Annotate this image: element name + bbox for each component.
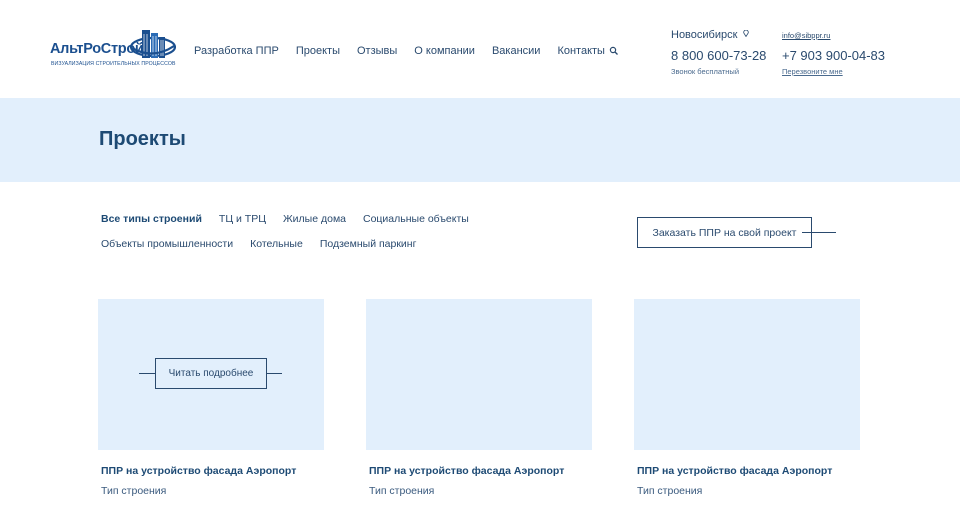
phone-second[interactable]: +7 903 900-04-83 xyxy=(782,48,885,63)
read-more-button[interactable]: Читать подробнее xyxy=(155,358,267,389)
project-card[interactable]: Читать подробнее ППР на устройство фасад… xyxy=(98,299,324,497)
phone-main-note: Звонок бесплатный xyxy=(671,67,740,76)
card-image[interactable]: Читать подробнее xyxy=(98,299,324,450)
nav-item-contacts[interactable]: Контакты xyxy=(557,45,605,57)
card-type: Тип строения xyxy=(101,485,167,497)
project-filters: Все типы строений ТЦ и ТРЦ Жилые дома Со… xyxy=(101,213,621,263)
filter-all[interactable]: Все типы строений xyxy=(101,213,202,227)
card-image[interactable] xyxy=(366,299,592,450)
card-title[interactable]: ППР на устройство фасада Аэропорт xyxy=(101,465,296,477)
main-nav: Разработка ППР Проекты Отзывы О компании… xyxy=(194,45,622,57)
search-icon[interactable] xyxy=(609,46,619,56)
filter-malls[interactable]: ТЦ и ТРЦ xyxy=(219,213,266,227)
nav-item-ppr[interactable]: Разработка ППР xyxy=(194,45,279,57)
filter-industrial[interactable]: Объекты промышленности xyxy=(101,238,233,252)
button-decor-line xyxy=(266,373,282,374)
logo-building-icon xyxy=(130,30,176,58)
nav-item-about[interactable]: О компании xyxy=(414,45,475,57)
nav-item-projects[interactable]: Проекты xyxy=(296,45,340,57)
city-name: Новосибирск xyxy=(671,29,738,41)
button-decor-line xyxy=(802,232,836,233)
email-link[interactable]: info@sibppr.ru xyxy=(782,31,830,40)
project-card[interactable]: ППР на устройство фасада Аэропорт Тип ст… xyxy=(366,299,592,497)
filter-parking[interactable]: Подземный паркинг xyxy=(320,238,417,252)
card-type: Тип строения xyxy=(369,485,435,497)
filter-row: Объекты промышленности Котельные Подземн… xyxy=(101,238,621,252)
filter-residential[interactable]: Жилые дома xyxy=(283,213,346,227)
site-header: АльтРоСтрой ВИЗУАЛИЗАЦИЯ СТРОИТЕЛЬНЫХ ПР… xyxy=(0,0,960,98)
filter-social[interactable]: Социальные объекты xyxy=(363,213,469,227)
button-decor-line xyxy=(139,373,156,374)
logo[interactable]: АльтРоСтрой ВИЗУАЛИЗАЦИЯ СТРОИТЕЛЬНЫХ ПР… xyxy=(50,28,176,72)
order-ppr-button[interactable]: Заказать ППР на свой проект xyxy=(637,217,812,248)
card-type: Тип строения xyxy=(637,485,703,497)
card-title[interactable]: ППР на устройство фасада Аэропорт xyxy=(369,465,564,477)
phone-main[interactable]: 8 800 600-73-28 xyxy=(671,48,766,63)
card-image[interactable] xyxy=(634,299,860,450)
page-title: Проекты xyxy=(99,128,186,150)
filter-boiler[interactable]: Котельные xyxy=(250,238,303,252)
city-selector[interactable]: Новосибирск xyxy=(671,29,750,41)
filter-row: Все типы строений ТЦ и ТРЦ Жилые дома Со… xyxy=(101,213,621,227)
card-title[interactable]: ППР на устройство фасада Аэропорт xyxy=(637,465,832,477)
location-pin-icon xyxy=(743,30,750,37)
nav-item-reviews[interactable]: Отзывы xyxy=(357,45,397,57)
project-card[interactable]: ППР на устройство фасада Аэропорт Тип ст… xyxy=(634,299,860,497)
callback-link[interactable]: Перезвоните мне xyxy=(782,67,843,76)
nav-item-vacancies[interactable]: Вакансии xyxy=(492,45,541,57)
